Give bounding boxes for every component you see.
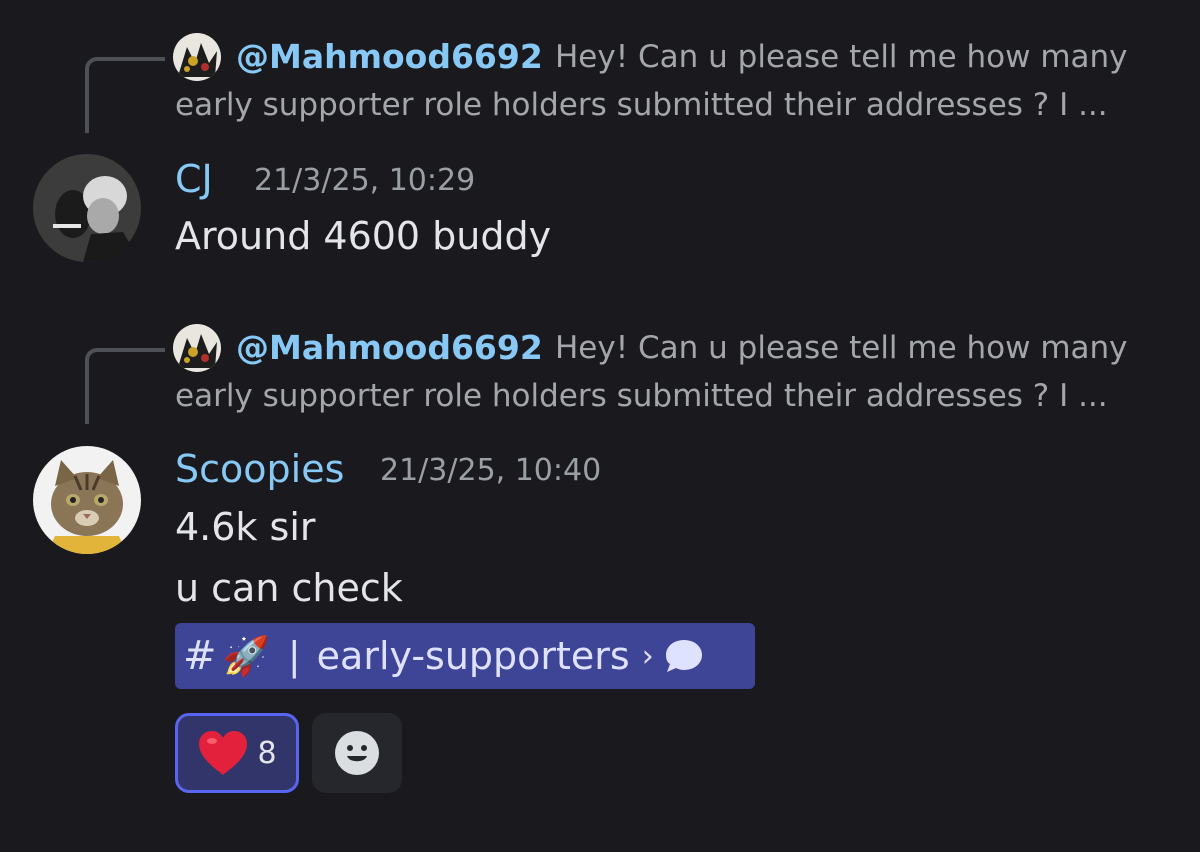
avatar[interactable] [33,154,141,262]
hash-icon: # [183,633,217,679]
message-text: u can check [175,566,403,610]
heart-icon [199,731,248,775]
reply-preview[interactable]: Hey! Can u please tell me how many early… [175,33,1150,129]
bw-photo-avatar [33,154,141,262]
author-name[interactable]: Scoopies [175,447,344,491]
message-text: Around 4600 buddy [175,214,552,258]
reply-preview-line2: early supporter role holders submitted t… [175,87,1108,123]
chat-bubble-icon [665,640,702,672]
avatar[interactable] [33,446,141,554]
reply-connector [85,57,165,133]
reply-connector [85,348,165,424]
channel-separator: | [287,634,301,678]
reply-preview-line2: early supporter role holders submitted t… [175,378,1108,414]
reaction-count: 8 [257,735,277,771]
add-reaction-button[interactable] [312,713,402,793]
channel-name: early-supporters [316,634,630,678]
cat-avatar [33,446,141,554]
smiley-icon [335,731,379,775]
author-name[interactable]: CJ [175,157,213,201]
chat-view: @Mahmood6692 Hey! Can u please tell me h… [0,0,1200,852]
channel-mention[interactable]: # 🚀 | early-supporters › [175,623,755,689]
reply-preview-line1: Hey! Can u please tell me how many [555,330,1128,366]
reaction-heart[interactable]: 8 [175,713,299,793]
timestamp: 21/3/25, 10:29 [254,163,476,198]
message-text: 4.6k sir [175,505,316,549]
reply-preview[interactable]: Hey! Can u please tell me how many early… [175,324,1150,420]
reply-preview-line1: Hey! Can u please tell me how many [555,39,1128,75]
chevron-right-icon: › [641,638,654,674]
rocket-icon: 🚀 [222,633,270,678]
timestamp: 21/3/25, 10:40 [380,453,602,488]
